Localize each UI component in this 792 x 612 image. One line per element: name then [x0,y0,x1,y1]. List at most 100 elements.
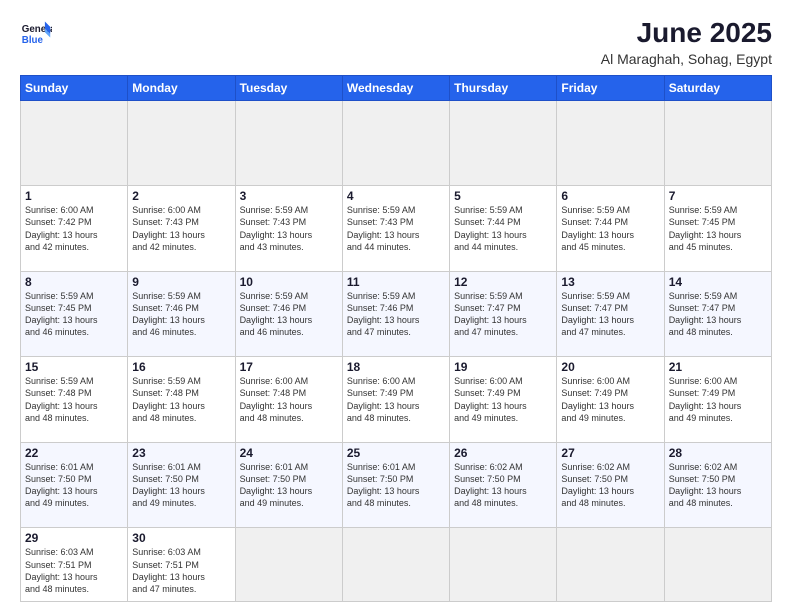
table-row: 28Sunrise: 6:02 AM Sunset: 7:50 PM Dayli… [664,442,771,528]
table-row: 4Sunrise: 5:59 AM Sunset: 7:43 PM Daylig… [342,186,449,272]
table-row: 27Sunrise: 6:02 AM Sunset: 7:50 PM Dayli… [557,442,664,528]
day-info: Sunrise: 5:59 AM Sunset: 7:44 PM Dayligh… [561,204,659,253]
day-info: Sunrise: 5:59 AM Sunset: 7:47 PM Dayligh… [561,290,659,339]
table-row: 29Sunrise: 6:03 AM Sunset: 7:51 PM Dayli… [21,528,128,602]
svg-text:Blue: Blue [22,35,44,46]
table-row [21,100,128,186]
table-row: 17Sunrise: 6:00 AM Sunset: 7:48 PM Dayli… [235,357,342,443]
day-number: 7 [669,189,767,203]
day-number: 5 [454,189,552,203]
col-thursday: Thursday [450,75,557,100]
table-row: 14Sunrise: 5:59 AM Sunset: 7:47 PM Dayli… [664,271,771,357]
col-monday: Monday [128,75,235,100]
day-info: Sunrise: 6:00 AM Sunset: 7:49 PM Dayligh… [561,375,659,424]
table-row: 6Sunrise: 5:59 AM Sunset: 7:44 PM Daylig… [557,186,664,272]
day-info: Sunrise: 6:00 AM Sunset: 7:49 PM Dayligh… [454,375,552,424]
day-number: 4 [347,189,445,203]
day-number: 29 [25,531,123,545]
title-block: June 2025 Al Maraghah, Sohag, Egypt [601,18,772,67]
day-number: 15 [25,360,123,374]
table-row: 16Sunrise: 5:59 AM Sunset: 7:48 PM Dayli… [128,357,235,443]
day-number: 17 [240,360,338,374]
day-number: 20 [561,360,659,374]
col-tuesday: Tuesday [235,75,342,100]
day-number: 1 [25,189,123,203]
day-number: 24 [240,446,338,460]
day-info: Sunrise: 5:59 AM Sunset: 7:44 PM Dayligh… [454,204,552,253]
table-row [128,100,235,186]
page: General Blue June 2025 Al Maraghah, Soha… [0,0,792,612]
table-row: 10Sunrise: 5:59 AM Sunset: 7:46 PM Dayli… [235,271,342,357]
day-info: Sunrise: 5:59 AM Sunset: 7:46 PM Dayligh… [240,290,338,339]
table-row: 22Sunrise: 6:01 AM Sunset: 7:50 PM Dayli… [21,442,128,528]
table-row: 1Sunrise: 6:00 AM Sunset: 7:42 PM Daylig… [21,186,128,272]
day-info: Sunrise: 6:03 AM Sunset: 7:51 PM Dayligh… [132,546,230,595]
table-row: 13Sunrise: 5:59 AM Sunset: 7:47 PM Dayli… [557,271,664,357]
day-info: Sunrise: 5:59 AM Sunset: 7:47 PM Dayligh… [669,290,767,339]
day-number: 21 [669,360,767,374]
day-number: 26 [454,446,552,460]
table-row: 26Sunrise: 6:02 AM Sunset: 7:50 PM Dayli… [450,442,557,528]
day-number: 30 [132,531,230,545]
day-info: Sunrise: 5:59 AM Sunset: 7:45 PM Dayligh… [669,204,767,253]
day-info: Sunrise: 5:59 AM Sunset: 7:46 PM Dayligh… [347,290,445,339]
table-row [557,528,664,602]
day-info: Sunrise: 6:00 AM Sunset: 7:49 PM Dayligh… [669,375,767,424]
table-row [235,528,342,602]
header: General Blue June 2025 Al Maraghah, Soha… [20,18,772,67]
table-row [450,100,557,186]
col-wednesday: Wednesday [342,75,449,100]
day-info: Sunrise: 5:59 AM Sunset: 7:43 PM Dayligh… [240,204,338,253]
day-number: 16 [132,360,230,374]
day-info: Sunrise: 5:59 AM Sunset: 7:46 PM Dayligh… [132,290,230,339]
table-row: 9Sunrise: 5:59 AM Sunset: 7:46 PM Daylig… [128,271,235,357]
col-friday: Friday [557,75,664,100]
table-row: 19Sunrise: 6:00 AM Sunset: 7:49 PM Dayli… [450,357,557,443]
day-info: Sunrise: 6:00 AM Sunset: 7:49 PM Dayligh… [347,375,445,424]
day-info: Sunrise: 6:02 AM Sunset: 7:50 PM Dayligh… [561,461,659,510]
day-number: 8 [25,275,123,289]
day-info: Sunrise: 6:00 AM Sunset: 7:48 PM Dayligh… [240,375,338,424]
table-row [235,100,342,186]
table-row [342,100,449,186]
table-row [664,100,771,186]
day-number: 6 [561,189,659,203]
day-info: Sunrise: 5:59 AM Sunset: 7:48 PM Dayligh… [25,375,123,424]
day-number: 9 [132,275,230,289]
day-number: 14 [669,275,767,289]
table-row [450,528,557,602]
day-info: Sunrise: 6:01 AM Sunset: 7:50 PM Dayligh… [347,461,445,510]
main-title: June 2025 [601,18,772,49]
day-number: 10 [240,275,338,289]
day-info: Sunrise: 6:03 AM Sunset: 7:51 PM Dayligh… [25,546,123,595]
day-info: Sunrise: 6:01 AM Sunset: 7:50 PM Dayligh… [240,461,338,510]
day-number: 28 [669,446,767,460]
table-row: 3Sunrise: 5:59 AM Sunset: 7:43 PM Daylig… [235,186,342,272]
day-info: Sunrise: 5:59 AM Sunset: 7:47 PM Dayligh… [454,290,552,339]
calendar-header-row: Sunday Monday Tuesday Wednesday Thursday… [21,75,772,100]
table-row: 11Sunrise: 5:59 AM Sunset: 7:46 PM Dayli… [342,271,449,357]
table-row: 18Sunrise: 6:00 AM Sunset: 7:49 PM Dayli… [342,357,449,443]
day-info: Sunrise: 6:02 AM Sunset: 7:50 PM Dayligh… [669,461,767,510]
table-row [342,528,449,602]
table-row: 23Sunrise: 6:01 AM Sunset: 7:50 PM Dayli… [128,442,235,528]
day-number: 13 [561,275,659,289]
day-number: 22 [25,446,123,460]
table-row: 25Sunrise: 6:01 AM Sunset: 7:50 PM Dayli… [342,442,449,528]
table-row: 15Sunrise: 5:59 AM Sunset: 7:48 PM Dayli… [21,357,128,443]
day-number: 3 [240,189,338,203]
day-info: Sunrise: 5:59 AM Sunset: 7:45 PM Dayligh… [25,290,123,339]
day-number: 11 [347,275,445,289]
day-info: Sunrise: 6:00 AM Sunset: 7:43 PM Dayligh… [132,204,230,253]
table-row: 5Sunrise: 5:59 AM Sunset: 7:44 PM Daylig… [450,186,557,272]
day-info: Sunrise: 5:59 AM Sunset: 7:43 PM Dayligh… [347,204,445,253]
table-row: 8Sunrise: 5:59 AM Sunset: 7:45 PM Daylig… [21,271,128,357]
day-number: 2 [132,189,230,203]
table-row: 2Sunrise: 6:00 AM Sunset: 7:43 PM Daylig… [128,186,235,272]
table-row: 24Sunrise: 6:01 AM Sunset: 7:50 PM Dayli… [235,442,342,528]
col-sunday: Sunday [21,75,128,100]
table-row: 30Sunrise: 6:03 AM Sunset: 7:51 PM Dayli… [128,528,235,602]
table-row: 7Sunrise: 5:59 AM Sunset: 7:45 PM Daylig… [664,186,771,272]
table-row: 20Sunrise: 6:00 AM Sunset: 7:49 PM Dayli… [557,357,664,443]
day-info: Sunrise: 5:59 AM Sunset: 7:48 PM Dayligh… [132,375,230,424]
